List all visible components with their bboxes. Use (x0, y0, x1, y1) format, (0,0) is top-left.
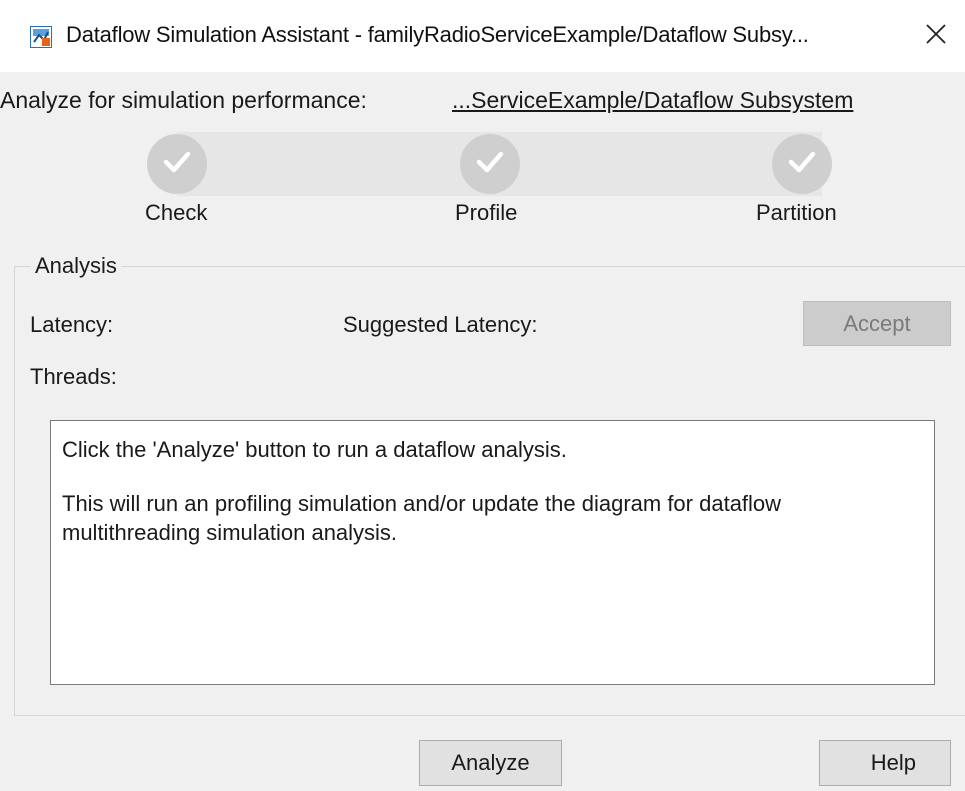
latency-label: Latency: (30, 312, 114, 337)
checkmark-icon (475, 149, 505, 180)
message-line-2: This will run an profiling simulation an… (62, 491, 782, 545)
step-label-profile: Profile (455, 200, 518, 225)
close-icon (925, 23, 947, 50)
step-label-partition: Partition (756, 200, 837, 225)
step-profile-indicator (460, 134, 520, 194)
step-check-indicator (147, 134, 207, 194)
step-label-check: Check (145, 200, 208, 225)
title-bar: Dataflow Simulation Assistant - familyRa… (0, 0, 965, 72)
simulink-model-icon (30, 26, 52, 48)
analyze-for-label: Analyze for simulation performance: (0, 87, 367, 113)
analyze-button[interactable]: Analyze (419, 740, 562, 786)
close-button[interactable] (918, 18, 954, 54)
analysis-message-box: Click the 'Analyze' button to run a data… (50, 420, 935, 685)
help-button[interactable]: Help (819, 740, 951, 786)
dataflow-simulation-assistant-window: Dataflow Simulation Assistant - familyRa… (0, 0, 965, 791)
subsystem-link[interactable]: ...ServiceExample/Dataflow Subsystem (452, 87, 853, 114)
accept-button[interactable]: Accept (803, 301, 951, 346)
threads-label: Threads: (30, 364, 117, 389)
analysis-group-label: Analysis (31, 253, 121, 279)
suggested-latency-label: Suggested Latency: (343, 312, 538, 337)
checkmark-icon (787, 149, 817, 180)
message-line-1: Click the 'Analyze' button to run a data… (62, 437, 567, 462)
checkmark-icon (162, 149, 192, 180)
window-title: Dataflow Simulation Assistant - familyRa… (66, 22, 809, 47)
step-partition-indicator (772, 134, 832, 194)
